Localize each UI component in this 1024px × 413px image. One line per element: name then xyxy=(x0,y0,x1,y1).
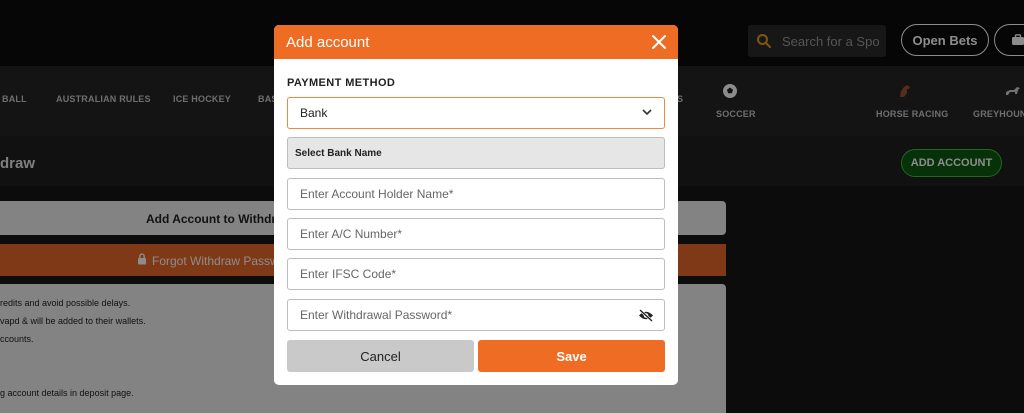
account-holder-name-input[interactable]: Enter Account Holder Name* xyxy=(287,178,665,210)
payment-method-value: Bank xyxy=(300,106,328,120)
bank-name-select[interactable]: Select Bank Name xyxy=(287,137,665,169)
add-account-modal: Add account PAYMENT METHOD Bank Select B… xyxy=(274,25,678,385)
account-number-placeholder: Enter A/C Number* xyxy=(300,227,403,241)
modal-header: Add account xyxy=(274,25,678,59)
ifsc-code-input[interactable]: Enter IFSC Code* xyxy=(287,258,665,290)
cancel-button[interactable]: Cancel xyxy=(287,340,474,372)
modal-title: Add account xyxy=(286,34,370,51)
withdrawal-password-input[interactable]: Enter Withdrawal Password* xyxy=(287,299,665,331)
account-holder-placeholder: Enter Account Holder Name* xyxy=(300,187,454,201)
close-icon[interactable] xyxy=(650,33,668,51)
withdrawal-password-placeholder: Enter Withdrawal Password* xyxy=(300,308,453,322)
save-button[interactable]: Save xyxy=(478,340,665,372)
chevron-down-icon xyxy=(642,109,652,116)
ifsc-placeholder: Enter IFSC Code* xyxy=(300,267,397,281)
withdraw-page: Search for a Spo Open Bets BALL AUSTRALI… xyxy=(0,0,1024,413)
bank-name-placeholder: Select Bank Name xyxy=(295,147,382,159)
account-number-input[interactable]: Enter A/C Number* xyxy=(287,218,665,250)
payment-method-select[interactable]: Bank xyxy=(287,97,665,129)
eye-off-icon[interactable] xyxy=(638,309,654,322)
payment-method-label: PAYMENT METHOD xyxy=(287,77,396,89)
